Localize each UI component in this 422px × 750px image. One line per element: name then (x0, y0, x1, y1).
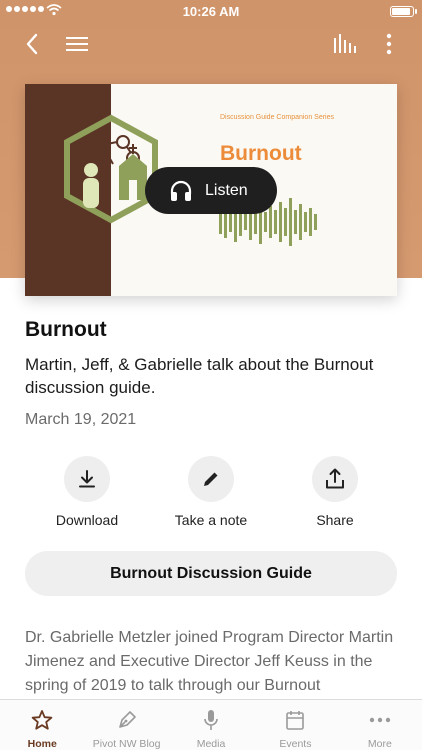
take-a-note-button[interactable]: Take a note (156, 456, 266, 528)
chevron-left-icon[interactable] (18, 30, 46, 58)
pencil-icon (204, 472, 218, 486)
listen-label: Listen (205, 181, 248, 199)
more-dots-icon (369, 717, 391, 723)
discussion-guide-button[interactable]: Burnout Discussion Guide (25, 551, 397, 596)
episode-body-text: Dr. Gabrielle Metzler joined Program Dir… (25, 629, 394, 694)
tab-pivot-nw-blog-label: Pivot NW Blog (92, 738, 161, 750)
hexagon-emblem-icon (64, 114, 158, 224)
microphone-icon (204, 710, 218, 730)
episode-date: March 19, 2021 (25, 411, 137, 428)
share-icon (326, 468, 344, 489)
download-label: Download (55, 512, 119, 528)
cover-series-text: Discussion Guide Companion Series (220, 114, 334, 121)
vertical-dots-icon[interactable] (375, 30, 403, 58)
audio-bars-icon[interactable] (330, 30, 358, 58)
tab-pivot-nw-blog[interactable]: Pivot NW Blog (84, 700, 168, 750)
download-button[interactable]: Download (32, 456, 142, 528)
listen-button[interactable]: Listen (145, 167, 277, 214)
top-nav (0, 24, 422, 64)
tab-home[interactable]: Home (0, 700, 84, 750)
download-icon (79, 470, 95, 488)
battery-icon (390, 6, 417, 17)
status-bar: 10:26 AM (0, 0, 422, 24)
share-button[interactable]: Share (280, 456, 390, 528)
hamburger-menu-icon[interactable] (63, 30, 91, 58)
cover-title: Burnout (220, 142, 302, 165)
tab-more-label: More (367, 738, 392, 750)
tab-events[interactable]: Events (253, 700, 337, 750)
tab-media-label: Media (196, 738, 226, 750)
star-icon (31, 710, 53, 730)
episode-description: Martin, Jeff, & Gabrielle talk about the… (25, 355, 374, 397)
headphones-icon (170, 180, 192, 201)
pen-nib-icon (118, 711, 136, 728)
tab-more[interactable]: More (338, 700, 422, 750)
tab-media[interactable]: Media (169, 700, 253, 750)
episode-title: Burnout (25, 318, 107, 341)
calendar-icon (286, 711, 305, 730)
tab-home-label: Home (27, 738, 57, 750)
share-label: Share (316, 512, 354, 528)
bottom-tab-bar: Home Pivot NW Blog Media Events More (0, 699, 422, 750)
tab-events-label: Events (279, 738, 312, 750)
take-a-note-label: Take a note (174, 512, 248, 528)
status-time: 10:26 AM (182, 4, 240, 19)
